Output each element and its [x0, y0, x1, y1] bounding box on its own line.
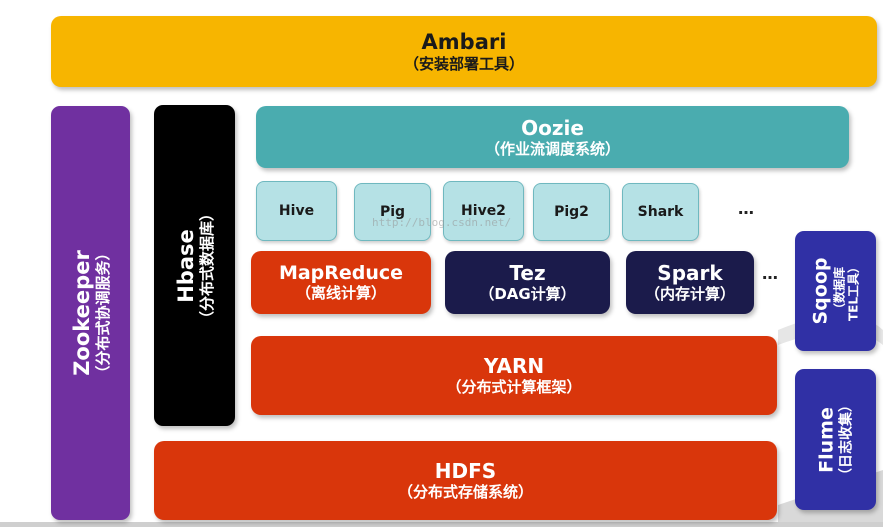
spark-title: Spark — [657, 261, 723, 285]
sqoop-subtitle-line1: （数据库 — [832, 267, 847, 316]
yarn-title: YARN — [483, 354, 545, 378]
spark-block: Spark （内存计算） — [626, 251, 754, 314]
hdfs-title: HDFS — [434, 459, 497, 483]
compute-ellipsis: … — [762, 264, 779, 283]
oozie-block: Oozie （作业流调度系统） — [256, 106, 849, 168]
mapreduce-block: MapReduce （离线计算） — [251, 251, 431, 314]
spark-subtitle: （内存计算） — [644, 285, 735, 303]
zookeeper-block: Zookeeper （分布式协调服务） — [51, 106, 130, 520]
ambari-title: Ambari — [421, 30, 507, 55]
shark-box: Shark — [622, 183, 699, 241]
watermark: http://blog.csdn.net/ — [372, 216, 512, 229]
pig2-label: Pig2 — [554, 204, 589, 220]
hive2-box: Hive2 — [443, 181, 524, 241]
yarn-subtitle: （分布式计算框架） — [446, 378, 582, 396]
hadoop-ecosystem-diagram: Ambari （安装部署工具） Zookeeper （分布式协调服务） Hbas… — [0, 0, 883, 527]
sqoop-block: Sqoop （数据库 TEL工具） — [795, 231, 876, 351]
hbase-title: Hbase — [173, 228, 198, 303]
shark-label: Shark — [637, 204, 684, 220]
hive-box: Hive — [256, 181, 337, 241]
ambari-subtitle: （安装部署工具） — [403, 54, 524, 73]
hdfs-subtitle: （分布式存储系统） — [397, 483, 533, 501]
flume-block: Flume （日志收集） — [795, 369, 876, 510]
zookeeper-title: Zookeeper — [69, 250, 94, 376]
tez-block: Tez （DAG计算） — [445, 251, 610, 314]
sqoop-title: Sqoop — [809, 257, 832, 325]
flume-title: Flume — [815, 406, 838, 473]
mapreduce-subtitle: （离线计算） — [295, 284, 386, 303]
hbase-block: Hbase （分布式数据库） — [154, 105, 235, 426]
zookeeper-subtitle: （分布式协调服务） — [93, 245, 112, 381]
engines-ellipsis: … — [738, 199, 755, 218]
mapreduce-title: MapReduce — [278, 261, 404, 284]
flume-subtitle: （日志收集） — [838, 397, 855, 482]
pig2-box: Pig2 — [533, 183, 610, 241]
yarn-block: YARN （分布式计算框架） — [251, 336, 777, 415]
tez-title: Tez — [509, 261, 546, 285]
pig-box: Pig — [354, 183, 431, 241]
tez-subtitle: （DAG计算） — [479, 285, 576, 303]
hbase-subtitle: （分布式数据库） — [197, 205, 216, 326]
oozie-title: Oozie — [521, 115, 584, 140]
oozie-subtitle: （作业流调度系统） — [484, 139, 620, 158]
hive-label: Hive — [278, 203, 315, 219]
hdfs-block: HDFS （分布式存储系统） — [154, 441, 777, 520]
ambari-block: Ambari （安装部署工具） — [51, 16, 877, 87]
sqoop-subtitle-line2: TEL工具） — [846, 260, 861, 322]
